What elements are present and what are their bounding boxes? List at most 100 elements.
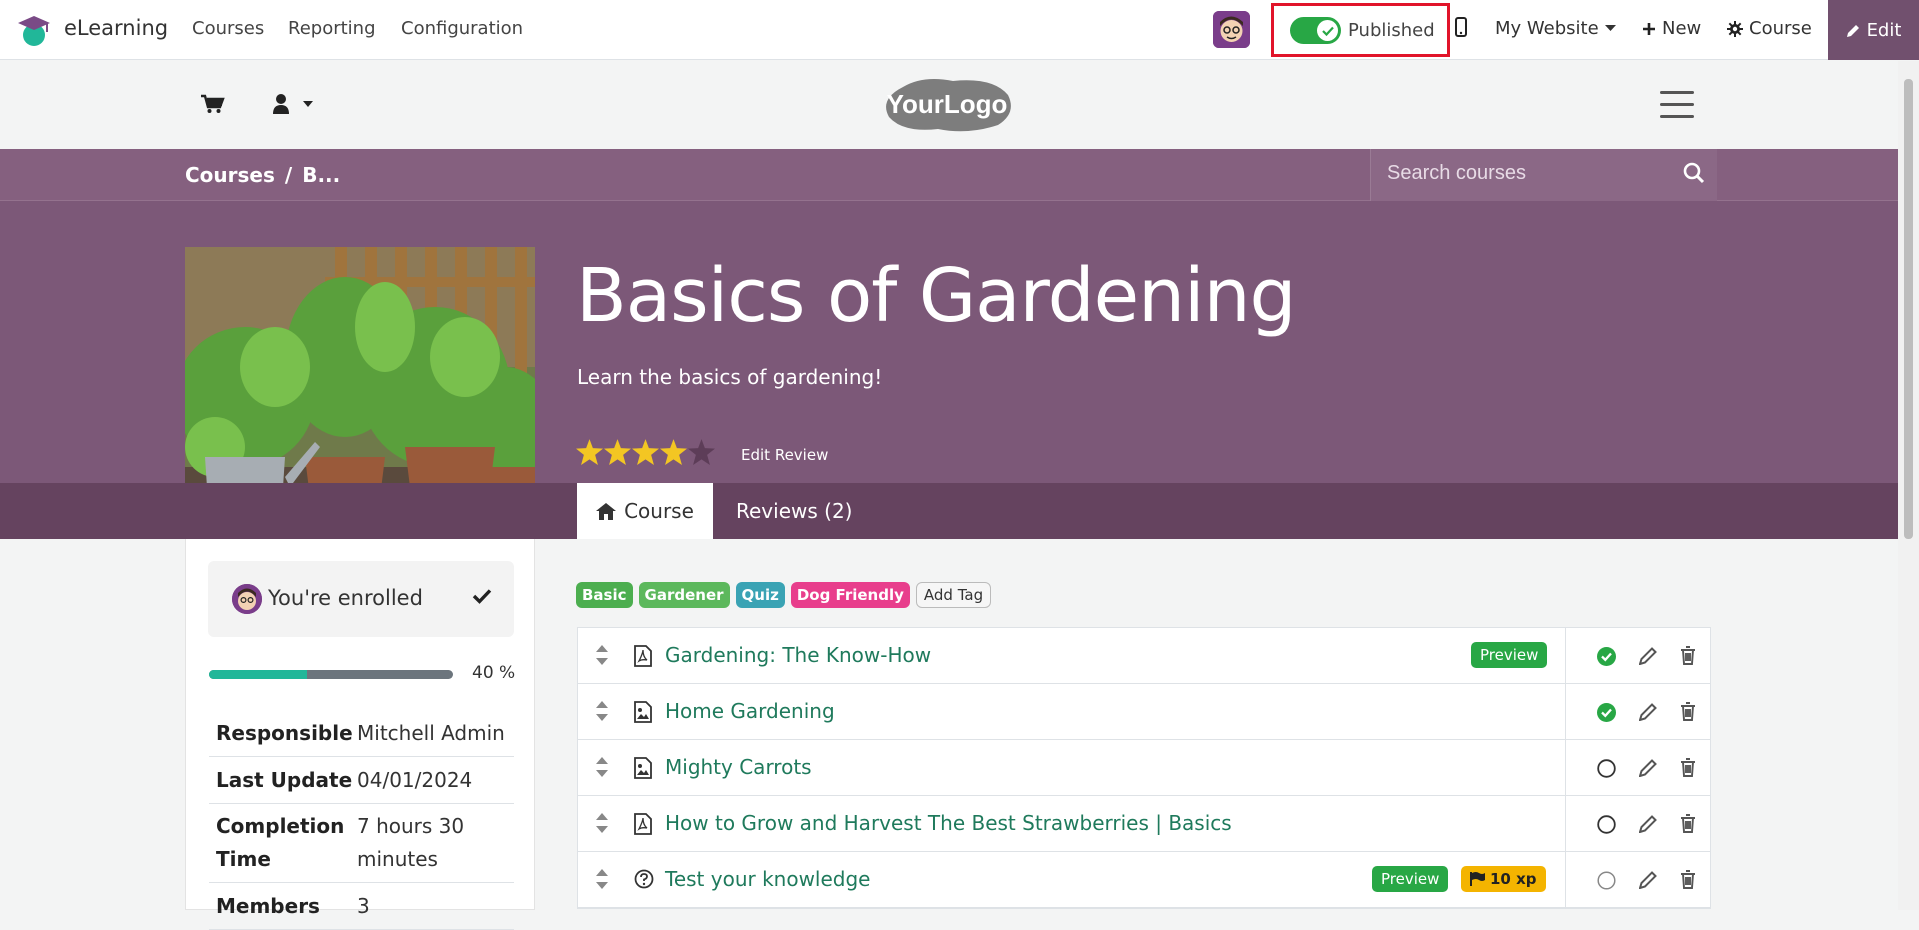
pencil-icon [1846, 24, 1859, 37]
user-menu-dropdown[interactable] [272, 93, 316, 119]
page-scrollbar[interactable] [1898, 61, 1919, 910]
image-file-icon [634, 757, 652, 779]
pencil-icon[interactable] [1639, 814, 1658, 833]
lesson-actions [1565, 628, 1711, 684]
preview-badge: Preview [1372, 866, 1449, 892]
tab-course[interactable]: Course [577, 483, 713, 539]
user-avatar[interactable] [1213, 11, 1250, 48]
mobile-preview-icon[interactable] [1455, 17, 1467, 37]
course-settings-button[interactable]: Course [1727, 18, 1812, 39]
trash-icon[interactable] [1680, 814, 1696, 833]
completed-check-icon[interactable] [1597, 647, 1616, 666]
drag-handle-icon[interactable] [596, 701, 608, 721]
completed-check-icon[interactable] [1597, 703, 1616, 722]
menu-reporting[interactable]: Reporting [288, 18, 376, 39]
published-toggle-highlight: Published [1271, 3, 1450, 57]
new-button[interactable]: New [1642, 18, 1701, 39]
edit-button[interactable]: Edit [1828, 0, 1919, 60]
enrolled-text: You're enrolled [268, 586, 423, 610]
tag-quiz[interactable]: Quiz [735, 582, 785, 608]
drag-handle-icon[interactable] [596, 813, 608, 833]
pencil-icon[interactable] [1639, 870, 1658, 889]
info-value: 7 hours 30 minutes [357, 814, 465, 871]
star-empty-icon [688, 439, 715, 465]
course-progress-bar [209, 670, 453, 679]
progress-percent: 40 % [472, 663, 516, 683]
lesson-actions [1565, 684, 1711, 740]
breadcrumb-courses[interactable]: Courses [185, 163, 275, 187]
trash-icon[interactable] [1680, 758, 1696, 777]
my-website-label: My Website [1495, 18, 1599, 39]
not-completed-circle-icon[interactable] [1597, 759, 1616, 778]
tag-gardener[interactable]: Gardener [638, 582, 730, 608]
info-row-last-update: Last Update 04/01/2024 [209, 757, 514, 804]
lesson-list: Gardening: The Know-How Preview Home Gar… [577, 627, 1711, 909]
published-toggle[interactable] [1290, 17, 1341, 44]
course-tags: Basic Gardener Quiz Dog Friendly Add Tag [576, 582, 992, 608]
pencil-icon[interactable] [1639, 702, 1658, 721]
info-key: Completion Time [216, 814, 345, 871]
lesson-row: How to Grow and Harvest The Best Strawbe… [578, 796, 1710, 852]
menu-configuration[interactable]: Configuration [401, 18, 523, 39]
search-courses-input[interactable] [1387, 162, 1667, 185]
lesson-title[interactable]: Mighty Carrots [665, 755, 812, 779]
caret-down-icon [1604, 25, 1616, 31]
info-key: Responsible [216, 721, 353, 745]
course-tabs: Course Reviews (2) [0, 483, 1898, 539]
published-label[interactable]: Published [1348, 20, 1435, 41]
elearning-app-icon[interactable] [16, 13, 52, 47]
not-completed-circle-icon[interactable] [1597, 871, 1616, 890]
breadcrumb-current: B... [302, 163, 341, 187]
your-logo[interactable]: YourLogo [883, 77, 1014, 132]
drag-handle-icon[interactable] [596, 757, 608, 777]
star-icon [576, 439, 603, 465]
breadcrumb: Courses / B... [185, 163, 340, 187]
breadcrumb-bar: Courses / B... [0, 149, 1898, 201]
course-info-table: Responsible Mitchell Admin Last Update 0… [209, 710, 514, 930]
cart-icon[interactable] [201, 94, 225, 114]
lesson-title[interactable]: Test your knowledge [665, 867, 870, 891]
drag-handle-icon[interactable] [596, 869, 608, 889]
lesson-actions [1565, 740, 1711, 796]
menu-courses[interactable]: Courses [192, 18, 264, 39]
my-website-dropdown[interactable]: My Website [1495, 18, 1616, 39]
tab-course-label: Course [624, 499, 694, 523]
course-sidebar: You're enrolled 40 % Responsible Mitchel… [185, 539, 535, 930]
hamburger-menu-icon[interactable] [1660, 91, 1694, 118]
trash-icon[interactable] [1680, 870, 1696, 889]
drag-handle-icon[interactable] [596, 645, 608, 665]
info-value: 3 [357, 894, 370, 918]
image-file-icon [634, 701, 652, 723]
pencil-icon[interactable] [1639, 646, 1658, 665]
tab-reviews[interactable]: Reviews (2) [736, 499, 852, 523]
lesson-title[interactable]: Gardening: The Know-How [665, 643, 931, 667]
trash-icon[interactable] [1680, 646, 1696, 665]
home-icon [596, 502, 617, 520]
star-icon [632, 439, 659, 465]
user-avatar-small [232, 584, 262, 614]
edit-review-link[interactable]: Edit Review [741, 446, 828, 464]
add-tag-button[interactable]: Add Tag [915, 582, 992, 608]
course-subtitle: Learn the basics of gardening! [577, 365, 883, 389]
lesson-row: Gardening: The Know-How Preview [578, 628, 1710, 684]
scrollbar-thumb[interactable] [1904, 79, 1913, 539]
tag-dog-friendly[interactable]: Dog Friendly [790, 582, 910, 608]
info-key: Members [216, 894, 320, 918]
new-label: New [1662, 18, 1702, 39]
checkmark-icon [472, 589, 492, 604]
lesson-title[interactable]: Home Gardening [665, 699, 835, 723]
xp-value: 10 xp [1490, 870, 1537, 888]
breadcrumb-separator: / [284, 163, 293, 187]
info-row-members: Members 3 [209, 883, 514, 930]
pencil-icon[interactable] [1639, 758, 1658, 777]
not-completed-circle-icon[interactable] [1597, 815, 1616, 834]
search-icon[interactable] [1683, 162, 1705, 184]
user-icon [273, 94, 313, 114]
star-icon [604, 439, 631, 465]
app-name[interactable]: eLearning [64, 16, 168, 40]
trash-icon[interactable] [1680, 702, 1696, 721]
flag-icon [1470, 872, 1485, 886]
tag-basic[interactable]: Basic [576, 582, 633, 608]
lesson-title[interactable]: How to Grow and Harvest The Best Strawbe… [665, 811, 1232, 835]
top-navbar: eLearning Courses Reporting Configuratio… [0, 0, 1919, 60]
